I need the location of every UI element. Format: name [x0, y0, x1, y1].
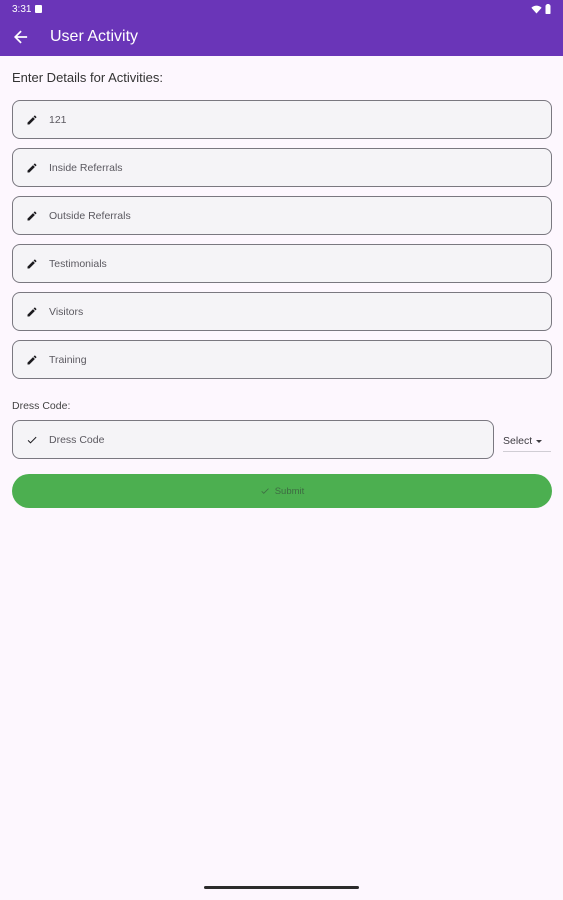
status-bar: 3:31 — [0, 0, 563, 18]
pencil-icon — [13, 354, 49, 366]
status-icons — [531, 4, 551, 14]
field-value: Dress Code — [49, 433, 105, 446]
section-label: Enter Details for Activities: — [12, 70, 163, 85]
wifi-icon — [531, 5, 542, 14]
field-training[interactable]: Training — [12, 340, 552, 379]
dress-code-label: Dress Code: — [12, 400, 71, 412]
dress-code-select[interactable]: Select — [503, 430, 551, 452]
pencil-icon — [13, 162, 49, 174]
page-title: User Activity — [50, 28, 139, 45]
back-button[interactable] — [0, 18, 42, 56]
status-time: 3:31 — [12, 3, 32, 15]
sd-card-icon — [35, 5, 43, 13]
check-icon — [261, 488, 269, 494]
field-value: Inside Referrals — [49, 161, 123, 174]
field-inside-referrals[interactable]: Inside Referrals — [12, 148, 552, 187]
field-outside-referrals[interactable]: Outside Referrals — [12, 196, 552, 235]
check-icon — [13, 434, 49, 446]
submit-button[interactable]: Submit — [12, 474, 552, 508]
pencil-icon — [13, 114, 49, 126]
pencil-icon — [13, 258, 49, 270]
select-label: Select — [503, 434, 533, 447]
battery-icon — [545, 4, 551, 14]
pencil-icon — [13, 306, 49, 318]
arrow-back-icon — [14, 30, 28, 44]
field-121[interactable]: 121 — [12, 100, 552, 139]
pencil-icon — [13, 210, 49, 222]
field-testimonials[interactable]: Testimonials — [12, 244, 552, 283]
field-dress-code[interactable]: Dress Code — [12, 420, 494, 459]
field-value: Testimonials — [49, 257, 107, 270]
field-value: Training — [49, 353, 87, 366]
field-value: Visitors — [49, 305, 84, 318]
field-value: Outside Referrals — [49, 209, 131, 222]
app-bar: User Activity — [0, 18, 563, 56]
field-value: 121 — [49, 113, 67, 126]
field-visitors[interactable]: Visitors — [12, 292, 552, 331]
caret-down-icon — [536, 439, 543, 443]
submit-label: Submit — [274, 485, 305, 497]
home-indicator[interactable] — [204, 886, 359, 889]
